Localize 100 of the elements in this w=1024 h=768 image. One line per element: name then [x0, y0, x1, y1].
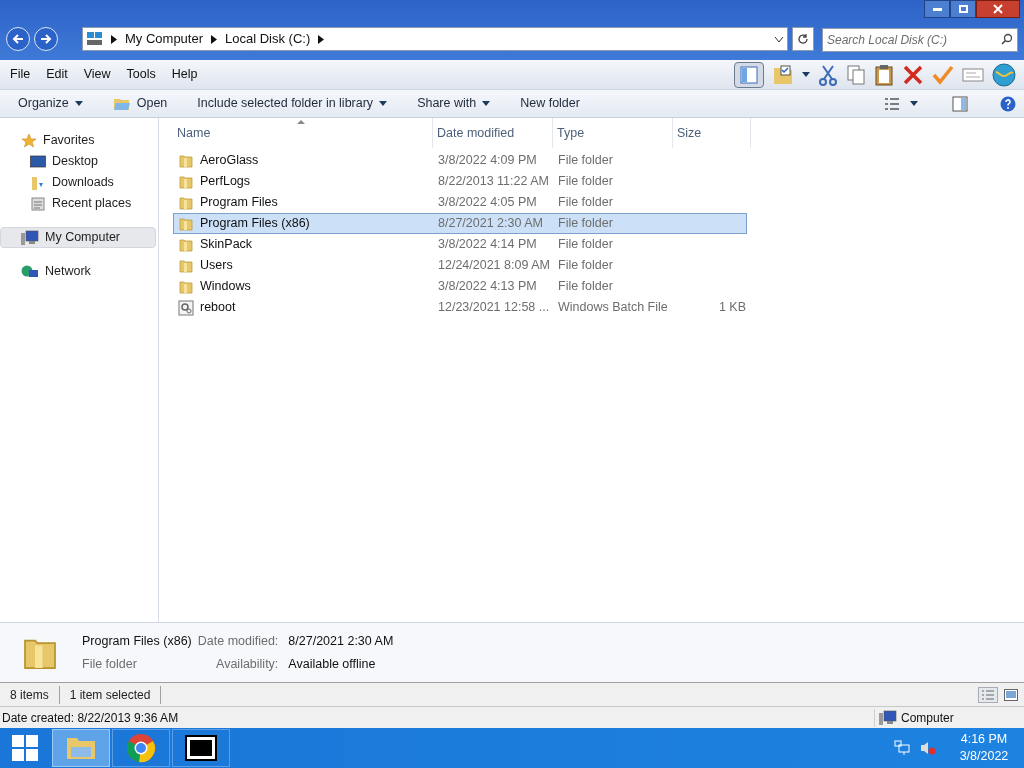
sidebar-label: Recent places: [52, 195, 132, 213]
menu-item[interactable]: Help: [163, 65, 206, 84]
archive-app-icon: [185, 735, 217, 761]
back-button[interactable]: [6, 27, 30, 51]
folder-check-icon[interactable]: [772, 63, 794, 86]
command-button[interactable]: New folder: [510, 94, 590, 113]
address-bar[interactable]: My Computer Local Disk (C:): [82, 27, 788, 51]
sidebar-label: Network: [45, 263, 91, 281]
gear-file-icon: [178, 299, 194, 316]
monitor-icon: [30, 154, 46, 169]
file-row[interactable]: Windows 3/8/2022 4:13 PM File folder: [173, 276, 747, 297]
file-row[interactable]: Users 12/24/2021 8:09 AM File folder: [173, 255, 747, 276]
file-name: PerfLogs: [200, 173, 251, 191]
caret-icon: [802, 72, 810, 77]
type-cell-text: File folder: [557, 257, 614, 275]
caret-icon: [482, 101, 491, 106]
windows-logo-icon: [12, 735, 38, 761]
search-icon: [1001, 33, 1013, 45]
menu-item[interactable]: Tools: [118, 65, 164, 84]
item-type: File folder: [82, 655, 138, 673]
size-cell-text: 1 KB: [718, 299, 746, 317]
menu-item[interactable]: View: [75, 65, 119, 84]
search-field[interactable]: Search Local Disk (C:): [822, 28, 1018, 52]
thumbnail-view-icon[interactable]: [1004, 688, 1018, 701]
date-cell-text: 8/22/2013 11:22 AM: [437, 173, 550, 191]
date-cell-text: 12/24/2021 8:09 AM: [437, 257, 551, 275]
command-button[interactable]: Include selected folder in library: [187, 94, 398, 113]
help-icon[interactable]: [1000, 95, 1016, 112]
checkmark-icon[interactable]: [932, 63, 954, 86]
sidebar-item[interactable]: Desktop: [10, 151, 158, 172]
file-row[interactable]: PerfLogs 8/22/2013 11:22 AM File folder: [173, 171, 747, 192]
sidebar-item[interactable]: My Computer: [0, 227, 156, 248]
file-row[interactable]: Program Files 3/8/2022 4:05 PM File folder: [173, 192, 747, 213]
computer-icon: [879, 709, 897, 726]
clock[interactable]: 4:16 PM 3/8/2022: [944, 731, 1024, 765]
close-icon: [993, 4, 1003, 14]
globe-icon[interactable]: [992, 62, 1016, 87]
file-row[interactable]: reboot 12/23/2021 12:58 ... Windows Batch File 1 KB: [173, 297, 747, 318]
sidebar-item[interactable]: Favorites: [0, 130, 156, 151]
date-cell-text: 3/8/2022 4:13 PM: [437, 278, 538, 296]
type-cell-text: File folder: [557, 215, 614, 233]
preview-pane-icon[interactable]: [952, 95, 968, 112]
file-explorer-icon: [65, 735, 97, 761]
file-name: reboot: [200, 299, 236, 317]
column-header[interactable]: Date modified: [433, 118, 553, 148]
sidebar-item[interactable]: Network: [0, 261, 156, 282]
folder-icon: [178, 194, 194, 211]
detail-value: Available offline: [288, 655, 377, 673]
folder-icon: [178, 215, 194, 232]
file-name: Windows: [200, 278, 251, 296]
command-button[interactable]: Share with: [407, 94, 501, 113]
arrow-icon: [318, 34, 325, 44]
download-folder-icon: [30, 174, 46, 191]
network-icon: [21, 263, 39, 280]
command-button[interactable]: Open: [102, 94, 178, 113]
sidebar-item[interactable]: Downloads: [10, 172, 158, 193]
type-cell-text: File folder: [557, 236, 614, 254]
breadcrumb[interactable]: My Computer: [125, 29, 204, 49]
sidebar-label: Desktop: [52, 153, 98, 171]
network-icon[interactable]: [894, 740, 910, 756]
dropdown-caret-icon: [775, 36, 783, 42]
copy-icon[interactable]: [846, 63, 866, 86]
file-row[interactable]: SkinPack 3/8/2022 4:14 PM File folder: [173, 234, 747, 255]
sidebar-label: Downloads: [52, 174, 114, 192]
view-list-icon[interactable]: [884, 96, 900, 111]
date-cell-text: 3/8/2022 4:09 PM: [437, 152, 538, 170]
item-name: Program Files (x86): [82, 632, 192, 650]
folder-icon: [178, 236, 194, 253]
column-header[interactable]: Size: [673, 118, 751, 148]
arrow-icon: [211, 34, 218, 44]
left-arrow-icon: [12, 33, 24, 45]
cut-icon[interactable]: [818, 63, 838, 86]
detail-label: Date modified:: [197, 632, 279, 650]
date-cell-text: 3/8/2022 4:14 PM: [437, 236, 538, 254]
caret-icon: [379, 101, 388, 106]
column-header[interactable]: Name: [173, 118, 433, 148]
column-header[interactable]: Type: [553, 118, 673, 148]
paste-icon[interactable]: [874, 63, 894, 86]
menu-item[interactable]: File: [2, 65, 39, 84]
location-text: Computer: [901, 709, 954, 727]
delete-icon[interactable]: [902, 63, 924, 86]
type-cell-text: File folder: [557, 173, 614, 191]
sidebar-label: Favorites: [43, 132, 95, 150]
command-button[interactable]: Organize: [8, 94, 93, 113]
refresh-button[interactable]: [792, 27, 814, 51]
date-cell-text: 12/23/2021 12:58 ...: [437, 299, 551, 317]
minimize-button[interactable]: [924, 0, 950, 18]
file-row[interactable]: Program Files (x86) 8/27/2021 2:30 AM File folder: [173, 213, 747, 234]
menu-item[interactable]: Edit: [38, 65, 76, 84]
layout-toggle-button[interactable]: [734, 61, 764, 88]
right-arrow-icon: [40, 33, 52, 45]
muted-speaker-icon[interactable]: [920, 740, 936, 756]
forward-button[interactable]: [34, 27, 58, 51]
close-button[interactable]: [976, 0, 1020, 18]
breadcrumb[interactable]: Local Disk (C:): [225, 29, 311, 49]
file-row[interactable]: AeroGlass 3/8/2022 4:09 PM File folder: [173, 150, 747, 171]
maximize-button[interactable]: [950, 0, 976, 18]
computer-icon: [21, 229, 39, 246]
sidebar-item[interactable]: Recent places: [10, 193, 158, 214]
taskbar-button[interactable]: [172, 729, 230, 767]
